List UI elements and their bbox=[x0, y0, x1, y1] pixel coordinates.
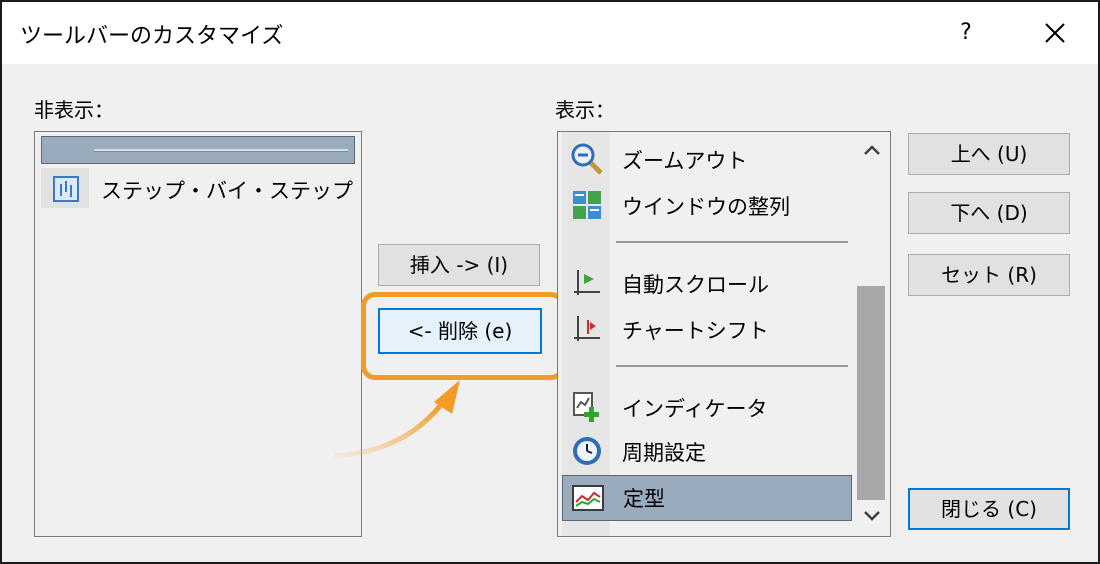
list-item-label: 周期設定 bbox=[622, 441, 706, 465]
reset-button[interactable]: セット (R) bbox=[908, 254, 1070, 296]
list-item-label: ステップ・バイ・ステップ bbox=[101, 179, 353, 203]
separator-item[interactable] bbox=[562, 356, 858, 376]
reset-button-label: セット (R) bbox=[941, 263, 1037, 287]
list-item-label: 自動スクロール bbox=[622, 273, 769, 297]
step-by-step-icon bbox=[53, 176, 79, 202]
close-button[interactable]: 閉じる (C) bbox=[908, 488, 1070, 530]
hidden-buttons-list[interactable]: ステップ・バイ・ステップ bbox=[34, 131, 362, 537]
close-window-button[interactable] bbox=[1036, 14, 1074, 52]
scroll-thumb[interactable] bbox=[857, 286, 885, 500]
pointer-arrow-icon bbox=[333, 380, 460, 459]
list-item-label: ズームアウト bbox=[622, 149, 748, 173]
indicator-add-icon bbox=[573, 392, 599, 422]
close-button-label: 閉じる (C) bbox=[941, 497, 1037, 521]
list-item-label: ウインドウの整列 bbox=[622, 195, 790, 219]
chart-shift-icon bbox=[574, 316, 600, 341]
insert-button[interactable]: 挿入 -> (I) bbox=[378, 244, 540, 286]
zoom-out-icon bbox=[571, 143, 603, 175]
separator-item[interactable] bbox=[562, 232, 858, 252]
list-item-label: 定型 bbox=[623, 487, 665, 511]
separator-line bbox=[616, 365, 848, 367]
separator-line bbox=[616, 241, 848, 243]
list-item-period[interactable]: 周期設定 bbox=[562, 430, 858, 470]
shown-list-scrollbar[interactable] bbox=[855, 132, 888, 534]
list-item-indicator[interactable]: インディケータ bbox=[562, 386, 858, 426]
period-clock-icon bbox=[573, 437, 601, 465]
move-down-button-label: 下へ (D) bbox=[950, 201, 1028, 225]
auto-scroll-icon bbox=[574, 270, 600, 295]
shown-buttons-list[interactable]: ズームアウト ウインドウの整列 自動スクロール チャートシフト インディケータ … bbox=[557, 131, 891, 537]
list-item-step-by-step[interactable]: ステップ・バイ・ステップ bbox=[41, 168, 353, 208]
shown-list-label: 表示： bbox=[555, 98, 615, 122]
move-up-button[interactable]: 上へ (U) bbox=[908, 133, 1070, 175]
chevron-up-icon[interactable] bbox=[863, 144, 881, 156]
close-icon bbox=[1045, 23, 1065, 43]
customize-toolbar-dialog: ツールバーのカスタマイズ ? 非表示： ステップ・バイ・ステップ 挿入 -> (… bbox=[0, 0, 1100, 564]
template-icon bbox=[572, 485, 604, 511]
list-item-template-selected[interactable]: 定型 bbox=[562, 475, 852, 521]
list-item-tile-windows[interactable]: ウインドウの整列 bbox=[562, 184, 858, 224]
move-up-button-label: 上へ (U) bbox=[950, 142, 1028, 166]
list-item-label: インディケータ bbox=[622, 397, 768, 421]
list-item-auto-scroll[interactable]: 自動スクロール bbox=[562, 262, 858, 302]
hidden-list-label: 非表示： bbox=[34, 98, 114, 122]
separator-line bbox=[94, 149, 348, 152]
dialog-title: ツールバーのカスタマイズ bbox=[20, 24, 284, 49]
chevron-down-icon[interactable] bbox=[863, 510, 881, 522]
help-button[interactable]: ? bbox=[948, 14, 984, 52]
separator-item-selected[interactable] bbox=[41, 136, 355, 164]
insert-button-label: 挿入 -> (I) bbox=[409, 253, 509, 277]
move-down-button[interactable]: 下へ (D) bbox=[908, 192, 1070, 234]
tile-windows-icon bbox=[573, 191, 601, 219]
list-item-label: チャートシフト bbox=[622, 319, 769, 343]
title-bar: ツールバーのカスタマイズ ? bbox=[2, 2, 1098, 64]
list-item-chart-shift[interactable]: チャートシフト bbox=[562, 308, 858, 348]
highlight-ring bbox=[361, 292, 565, 380]
list-item-zoom-out[interactable]: ズームアウト bbox=[562, 138, 858, 178]
